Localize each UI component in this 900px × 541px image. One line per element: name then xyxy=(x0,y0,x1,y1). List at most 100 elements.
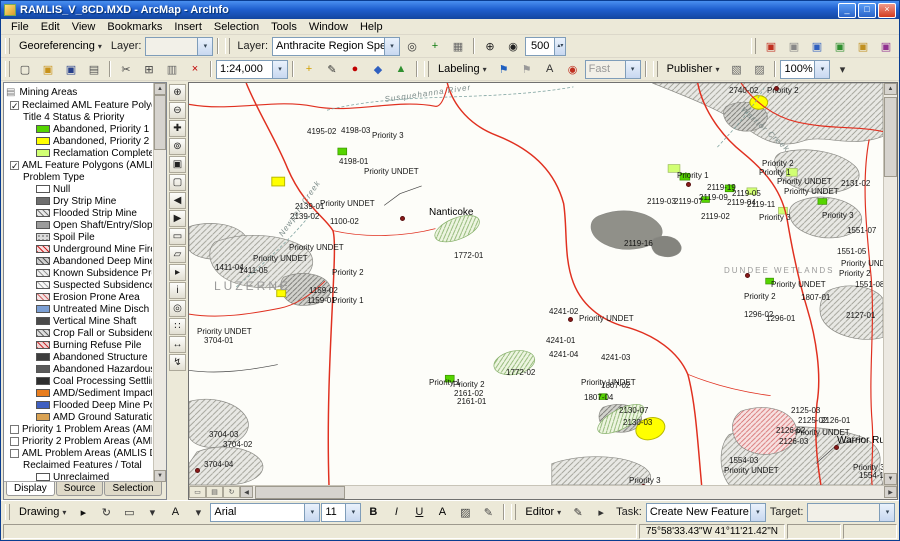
font-color-icon[interactable]: A xyxy=(431,502,453,522)
map-scroll-right-icon[interactable]: ▶ xyxy=(884,486,897,498)
fixed-zoom-out-tool[interactable]: ▢ xyxy=(169,174,186,191)
shape-caret-icon[interactable]: ▾ xyxy=(141,502,163,522)
underline-button[interactable]: U xyxy=(408,502,430,522)
go-to-xy-tool[interactable]: ∷ xyxy=(169,318,186,335)
toc-item-leg[interactable]: Known Subsidence Prone Area xyxy=(6,267,152,279)
menu-view[interactable]: View xyxy=(66,21,102,33)
cut-icon[interactable]: ✂ xyxy=(115,59,137,79)
forward-extent-tool[interactable]: ▶ xyxy=(169,210,186,227)
tab-selection[interactable]: Selection xyxy=(104,482,162,496)
layer-checkbox[interactable] xyxy=(10,424,19,434)
add-link-icon[interactable]: + xyxy=(424,36,446,56)
line-color-icon[interactable]: ✎ xyxy=(477,502,499,522)
publisher-menu[interactable]: Publisher ▾ xyxy=(662,62,725,76)
toc-item-leg[interactable]: AMD/Sediment Impacted Waterw xyxy=(6,387,152,399)
layer-checkbox[interactable]: ✓ xyxy=(10,160,19,170)
new-map-icon[interactable]: ▢ xyxy=(14,59,36,79)
editor-menu[interactable]: Editor ▾ xyxy=(520,505,566,519)
find-tool[interactable]: ◎ xyxy=(169,300,186,317)
menu-window[interactable]: Window xyxy=(303,21,354,33)
toc-item-leg[interactable]: Coal Processing Settling Basin xyxy=(6,375,152,387)
layer-checkbox[interactable]: ✓ xyxy=(10,100,19,110)
data-frame-item[interactable]: ▤ Mining Areas xyxy=(6,85,152,99)
fixed-zoom-in-tool[interactable]: ▣ xyxy=(169,156,186,173)
toc-item-layer[interactable]: Priority 1 Problem Areas (AMLIS DB 2 xyxy=(6,423,152,435)
toolbar-grip[interactable] xyxy=(652,61,658,77)
toc-item-leg[interactable]: Abandoned, Priority 2 xyxy=(6,135,152,147)
map-scroll-left-icon[interactable]: ◀ xyxy=(240,486,253,498)
layer-combo[interactable]: Anthracite Region Specific▾ xyxy=(272,36,400,56)
green-tool-icon[interactable]: ▲ xyxy=(390,59,412,79)
font-combo[interactable]: Arial ▾ xyxy=(210,502,321,522)
select-features-tool[interactable]: ▭ xyxy=(169,228,186,245)
command-blue-icon[interactable]: ▣ xyxy=(806,36,828,56)
georef-layer-combo[interactable]: ▾ xyxy=(145,36,214,56)
toc-item-leg[interactable]: Crop Fall or Subsidence Opening xyxy=(6,327,152,339)
zoom-out-tool[interactable]: ⊖ xyxy=(169,102,186,119)
paste-icon[interactable]: ▥ xyxy=(161,59,183,79)
toc-item-leg[interactable]: Abandoned, Priority 1 xyxy=(6,123,152,135)
toc-item-leg[interactable]: Abandoned Structure xyxy=(6,351,152,363)
tab-display[interactable]: Display xyxy=(6,482,55,496)
menu-insert[interactable]: Insert xyxy=(168,21,208,33)
command-green-icon[interactable]: ▣ xyxy=(829,36,851,56)
text-caret-icon[interactable]: ▾ xyxy=(187,502,209,522)
publisher-pack-icon[interactable]: ▨ xyxy=(748,59,770,79)
layer-checkbox[interactable] xyxy=(10,448,19,458)
shape-tool-icon[interactable]: ▭ xyxy=(118,502,140,522)
menu-help[interactable]: Help xyxy=(354,21,389,33)
toc-item-head[interactable]: Reclaimed Features / Total xyxy=(6,459,152,471)
cell-size-spinner[interactable]: 500 ▴▾ xyxy=(525,36,567,56)
publisher-page-icon[interactable]: ▧ xyxy=(725,59,747,79)
toc-scroll-down-icon[interactable]: ▼ xyxy=(154,470,166,482)
red-tool-icon[interactable]: ● xyxy=(344,59,366,79)
layer-checkbox[interactable] xyxy=(10,436,19,446)
toolbar-grip[interactable] xyxy=(5,504,10,520)
menu-bookmarks[interactable]: Bookmarks xyxy=(101,21,168,33)
toc-item-leg[interactable]: Flooded Deep Mine Pool xyxy=(6,399,152,411)
toolbar-grip[interactable] xyxy=(424,61,429,77)
save-icon[interactable]: ▣ xyxy=(60,59,82,79)
open-icon[interactable]: ▣ xyxy=(37,59,59,79)
georef-layer-combo-dropdown-icon[interactable]: ▾ xyxy=(197,37,213,55)
cell-size-spinner-arrows-icon[interactable]: ▴▾ xyxy=(554,37,566,55)
rotate-icon[interactable]: ↻ xyxy=(95,502,117,522)
back-extent-tool[interactable]: ◀ xyxy=(169,192,186,209)
target-combo-dropdown-icon[interactable]: ▾ xyxy=(879,503,895,521)
scale-combo-dropdown-icon[interactable]: ▾ xyxy=(272,60,287,78)
menu-tools[interactable]: Tools xyxy=(265,21,303,33)
bold-button[interactable]: B xyxy=(362,502,384,522)
font-size-combo[interactable]: 11 ▾ xyxy=(321,502,362,522)
toolbar-grip[interactable] xyxy=(511,504,517,520)
toc-item-layer[interactable]: ✓Reclaimed AML Feature Polygons (Pr xyxy=(6,99,152,111)
toc-item-leg[interactable]: Null xyxy=(6,183,152,195)
layout-view-button[interactable]: ▤ xyxy=(206,486,223,498)
toc-item-layer[interactable]: AML Problem Areas (AMLIS DB 2008 xyxy=(6,447,152,459)
edit-arrow-icon[interactable]: ▸ xyxy=(590,502,612,522)
minimize-button[interactable]: _ xyxy=(838,2,856,18)
command-purple-icon[interactable]: ▣ xyxy=(875,36,897,56)
magnifier-icon[interactable]: ◉ xyxy=(502,36,524,56)
blue-tool-icon[interactable]: ◆ xyxy=(367,59,389,79)
zoom-selected-icon[interactable]: ⊕ xyxy=(479,36,501,56)
toc-item-leg[interactable]: Flooded Strip Mine xyxy=(6,207,152,219)
scale-combo[interactable]: 1:24,000 ▾ xyxy=(216,59,288,79)
menu-selection[interactable]: Selection xyxy=(208,21,265,33)
font-combo-dropdown-icon[interactable]: ▾ xyxy=(304,503,320,521)
label-flag-gray-icon[interactable]: ⚑ xyxy=(516,59,538,79)
arc-toolbox-icon[interactable]: ▣ xyxy=(760,36,782,56)
label-engine-combo-dropdown-icon[interactable]: ▾ xyxy=(624,60,640,78)
full-extent-tool[interactable]: ⊚ xyxy=(169,138,186,155)
toc-item-leg[interactable]: Suspected Subsidence Prone xyxy=(6,279,152,291)
label-flag-blue-icon[interactable]: ⚑ xyxy=(493,59,515,79)
toc-item-leg[interactable]: AMD Ground Saturation xyxy=(6,411,152,423)
sketch-tool-icon[interactable]: ✎ xyxy=(567,502,589,522)
toolbar-grip[interactable] xyxy=(751,38,756,54)
zoom-in-tool[interactable]: ⊕ xyxy=(169,84,186,101)
toc-item-leg[interactable]: Reclamation Complete xyxy=(6,147,152,159)
map-horizontal-scrollbar[interactable]: ◀ ▶ xyxy=(240,486,897,499)
toc-scrollbar[interactable]: ▲ ▼ xyxy=(153,83,166,482)
toc-item-head[interactable]: Problem Type xyxy=(6,171,152,183)
toc-item-leg[interactable]: Dry Strip Mine xyxy=(6,195,152,207)
drawing-menu[interactable]: Drawing ▾ xyxy=(14,505,71,519)
